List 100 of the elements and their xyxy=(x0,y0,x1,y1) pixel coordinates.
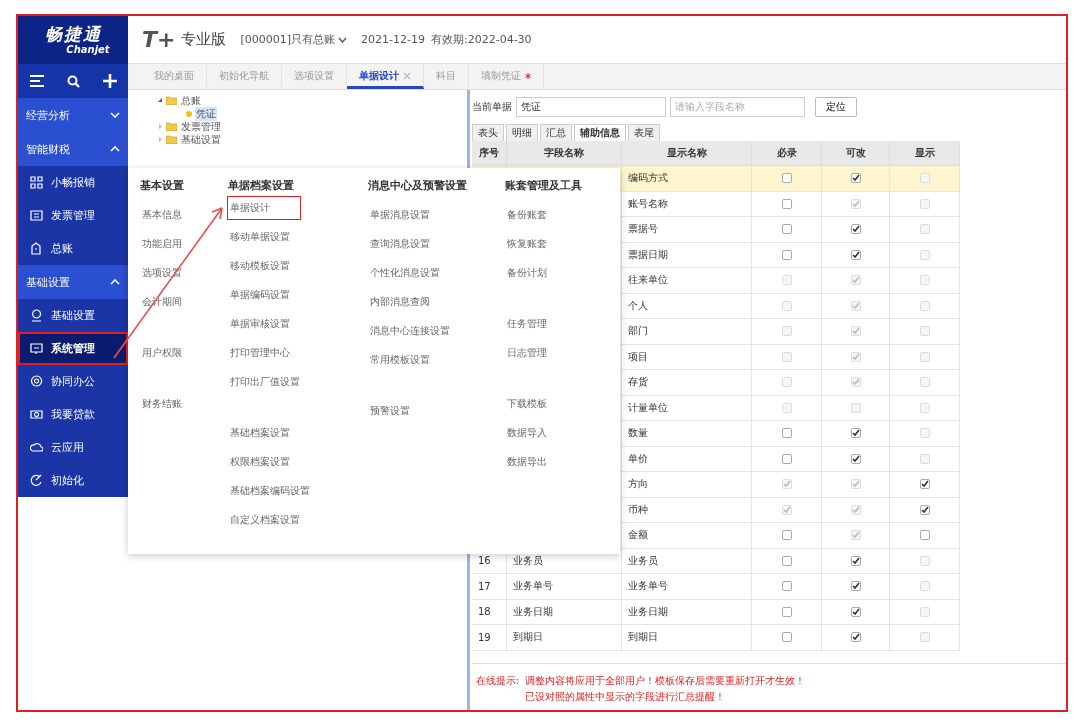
checkbox[interactable] xyxy=(850,224,861,235)
checkbox[interactable] xyxy=(919,479,930,490)
table-cell: 计量单位 xyxy=(628,400,668,415)
folder-icon xyxy=(166,96,177,105)
table-cell: 18 xyxy=(478,606,491,618)
menu-item[interactable]: 基础档案编码设置 xyxy=(227,479,312,502)
menu-heading: 单据档案设置 xyxy=(227,178,295,193)
menu-item[interactable]: 任务管理 xyxy=(505,312,550,335)
menu-item[interactable]: 个性化消息设置 xyxy=(367,261,442,284)
menu-item[interactable]: 备份计划 xyxy=(505,261,550,284)
folder-icon xyxy=(166,135,177,144)
table-cell: 19 xyxy=(478,631,491,643)
table-cell: 业务日期 xyxy=(628,604,668,619)
brand-name: 畅捷通 xyxy=(44,25,102,44)
plus-icon[interactable] xyxy=(102,74,117,88)
column-header: 显示 xyxy=(890,141,960,166)
menu-heading: 账套管理及工具 xyxy=(505,178,584,194)
table-cell: 业务单号 xyxy=(628,579,668,594)
checkbox[interactable] xyxy=(781,632,792,643)
tree-node[interactable]: 总账 xyxy=(158,94,467,107)
menu-item[interactable]: 财务结账 xyxy=(140,392,184,415)
tree-node[interactable]: 发票管理 xyxy=(158,120,467,133)
checkbox[interactable] xyxy=(850,428,861,439)
section-tab[interactable]: 汇总 xyxy=(540,124,572,141)
section-tab[interactable]: 表头 xyxy=(472,124,504,141)
menu-item[interactable]: 自定义档案设置 xyxy=(227,508,302,531)
menu-item[interactable]: 恢复账套 xyxy=(505,232,550,255)
checkbox[interactable] xyxy=(781,173,792,184)
menu-item[interactable]: 移动单据设置 xyxy=(227,225,292,248)
checkbox[interactable] xyxy=(919,530,930,541)
locate-button[interactable]: 定位 xyxy=(815,97,857,117)
checkbox[interactable] xyxy=(781,428,792,439)
product-logo: T+ xyxy=(142,27,176,52)
sidebar-group[interactable]: 智能财税 xyxy=(18,132,128,166)
menu-icon[interactable] xyxy=(29,75,44,87)
target-icon xyxy=(30,375,43,388)
tree-node[interactable]: 基础设置 xyxy=(158,133,467,146)
camera-icon xyxy=(30,408,43,421)
menu-item[interactable]: 常用模板设置 xyxy=(367,348,432,371)
section-tab[interactable]: 明细 xyxy=(506,124,538,141)
menu-item[interactable]: 打印出厂值设置 xyxy=(227,370,302,393)
menu-item[interactable]: 打印管理中心 xyxy=(227,341,292,364)
column-header: 显示名称 xyxy=(622,141,752,166)
menu-item[interactable]: 消息中心连接设置 xyxy=(367,319,452,342)
checkbox[interactable] xyxy=(781,224,792,235)
menu-item[interactable]: 权限档案设置 xyxy=(227,450,292,473)
sidebar-group[interactable]: 经营分析 xyxy=(18,98,128,132)
menu-item[interactable]: 单据设计 xyxy=(227,196,300,219)
chevron-up-icon xyxy=(110,279,120,285)
menu-item[interactable]: 移动模板设置 xyxy=(227,254,292,277)
tab[interactable]: 单据设计 xyxy=(347,65,424,89)
checkbox[interactable] xyxy=(850,581,861,592)
document-field[interactable]: 凭证 xyxy=(516,97,666,117)
table-cell: 票据日期 xyxy=(628,247,668,262)
checkbox[interactable] xyxy=(850,173,861,184)
tree-node[interactable]: 凭证 xyxy=(186,107,467,120)
checkbox[interactable] xyxy=(781,198,792,209)
menu-item[interactable]: 单据消息设置 xyxy=(367,203,432,226)
menu-item[interactable]: 数据导入 xyxy=(505,421,550,444)
menu-item[interactable]: 功能启用 xyxy=(140,232,184,255)
section-tab[interactable]: 辅助信息 xyxy=(574,124,626,141)
dot-icon xyxy=(186,110,192,117)
account-selector[interactable]: [000001]只有总账 xyxy=(240,32,348,47)
collapsed-icon xyxy=(158,124,163,129)
menu-item[interactable]: 查询消息设置 xyxy=(367,232,432,255)
document-label: 当前单据 xyxy=(472,100,512,114)
menu-item[interactable]: 单据编码设置 xyxy=(227,283,292,306)
menu-item[interactable]: 预警设置 xyxy=(367,399,412,422)
table-cell: 账号名称 xyxy=(628,196,668,211)
menu-item[interactable]: 单据审核设置 xyxy=(227,312,292,335)
checkbox[interactable] xyxy=(850,606,861,617)
menu-item[interactable]: 备份账套 xyxy=(505,203,550,226)
checkbox[interactable] xyxy=(850,632,861,643)
checkbox[interactable] xyxy=(781,453,792,464)
checkbox[interactable] xyxy=(781,581,792,592)
section-tab[interactable]: 表尾 xyxy=(628,124,660,141)
edition-label: 专业版 xyxy=(181,30,227,49)
table-cell: 到期日 xyxy=(628,630,658,645)
search-icon[interactable] xyxy=(66,74,80,88)
checkbox[interactable] xyxy=(919,504,930,515)
table-cell: 方向 xyxy=(628,477,648,492)
menu-item[interactable]: 基础档案设置 xyxy=(227,421,292,444)
invoice-icon xyxy=(30,209,43,222)
sidebar-item[interactable]: 系统管理 xyxy=(18,332,128,365)
menu-item[interactable]: 数据导出 xyxy=(505,450,550,473)
sidebar-group[interactable]: 基础设置 xyxy=(18,265,128,299)
menu-item[interactable]: 日志管理 xyxy=(505,341,550,364)
checkbox[interactable] xyxy=(781,530,792,541)
asterisk-icon xyxy=(525,72,531,79)
checkbox[interactable] xyxy=(781,249,792,260)
checkbox[interactable] xyxy=(850,555,861,566)
menu-item[interactable]: 基本信息 xyxy=(140,203,184,226)
menu-item[interactable]: 用户权限 xyxy=(140,341,184,364)
menu-item[interactable]: 内部消息查阅 xyxy=(367,290,432,313)
checkbox[interactable] xyxy=(781,555,792,566)
checkbox[interactable] xyxy=(850,249,861,260)
menu-item[interactable]: 下载模板 xyxy=(505,392,550,415)
checkbox[interactable] xyxy=(781,606,792,617)
monitor-icon xyxy=(30,342,43,355)
checkbox[interactable] xyxy=(850,453,861,464)
